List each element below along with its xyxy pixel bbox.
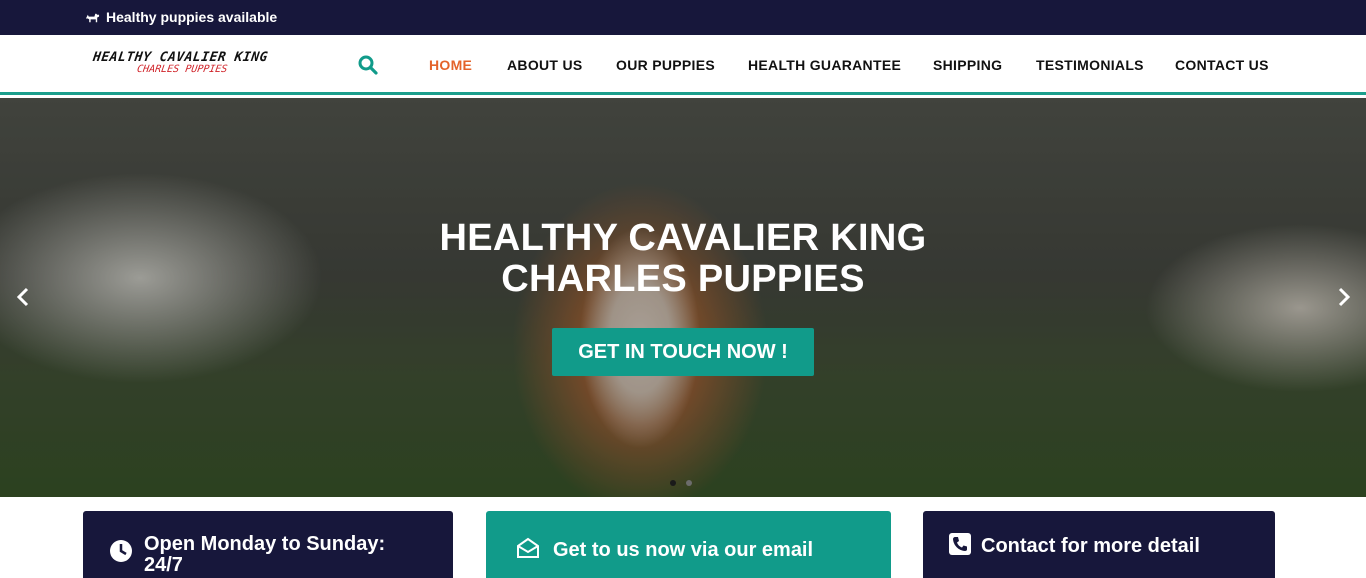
- hero-slider: HEALTHY CAVALIER KING CHARLES PUPPIES GE…: [0, 98, 1366, 497]
- nav-testimonials[interactable]: TESTIMONIALS: [1036, 57, 1144, 73]
- envelope-open-icon: [517, 537, 539, 558]
- phone-icon: [949, 533, 971, 555]
- nav-home[interactable]: HOME: [429, 57, 472, 73]
- contact-text: Contact for more detail: [981, 535, 1200, 557]
- slider-prev-button[interactable]: [12, 285, 34, 309]
- nav-shipping[interactable]: SHIPPING: [933, 57, 1002, 73]
- hours-line-2: 24/7: [144, 554, 183, 576]
- contact-card[interactable]: Contact for more detail: [923, 511, 1275, 578]
- email-card[interactable]: Get to us now via our email: [486, 511, 891, 578]
- slider-dot-1[interactable]: [670, 480, 676, 486]
- get-in-touch-button[interactable]: GET IN TOUCH NOW !: [552, 328, 814, 376]
- dog-icon: [85, 13, 100, 22]
- main-nav: HOME ABOUT US OUR PUPPIES HEALTH GUARANT…: [0, 57, 1366, 77]
- clock-icon: [110, 540, 132, 562]
- hero-title-line-1: HEALTHY CAVALIER KING: [439, 217, 927, 259]
- slider-dot-2[interactable]: [686, 480, 692, 486]
- nav-contact-us[interactable]: CONTACT US: [1175, 57, 1269, 73]
- chevron-right-icon: [1338, 287, 1351, 307]
- chevron-left-icon: [16, 287, 29, 307]
- hero-title: HEALTHY CAVALIER KING CHARLES PUPPIES: [383, 218, 983, 300]
- slider-dots: [670, 480, 692, 486]
- nav-our-puppies[interactable]: OUR PUPPIES: [616, 57, 715, 73]
- top-bar: Healthy puppies available: [0, 0, 1366, 35]
- hours-line-1: Open Monday to Sunday:: [144, 533, 386, 555]
- hours-card: Open Monday to Sunday: 24/7: [83, 511, 453, 578]
- nav-health-guarantee[interactable]: HEALTH GUARANTEE: [748, 57, 901, 73]
- slider-next-button[interactable]: [1333, 285, 1355, 309]
- hero-title-line-2: CHARLES PUPPIES: [501, 258, 865, 300]
- availability-notice: Healthy puppies available: [85, 9, 277, 25]
- site-header: HEALTHY CAVALIER KING CHARLES PUPPIES HO…: [0, 35, 1366, 95]
- email-text: Get to us now via our email: [553, 539, 814, 561]
- nav-about-us[interactable]: ABOUT US: [507, 57, 583, 73]
- hours-text: Open Monday to Sunday: 24/7: [144, 534, 385, 576]
- topbar-text: Healthy puppies available: [106, 9, 278, 25]
